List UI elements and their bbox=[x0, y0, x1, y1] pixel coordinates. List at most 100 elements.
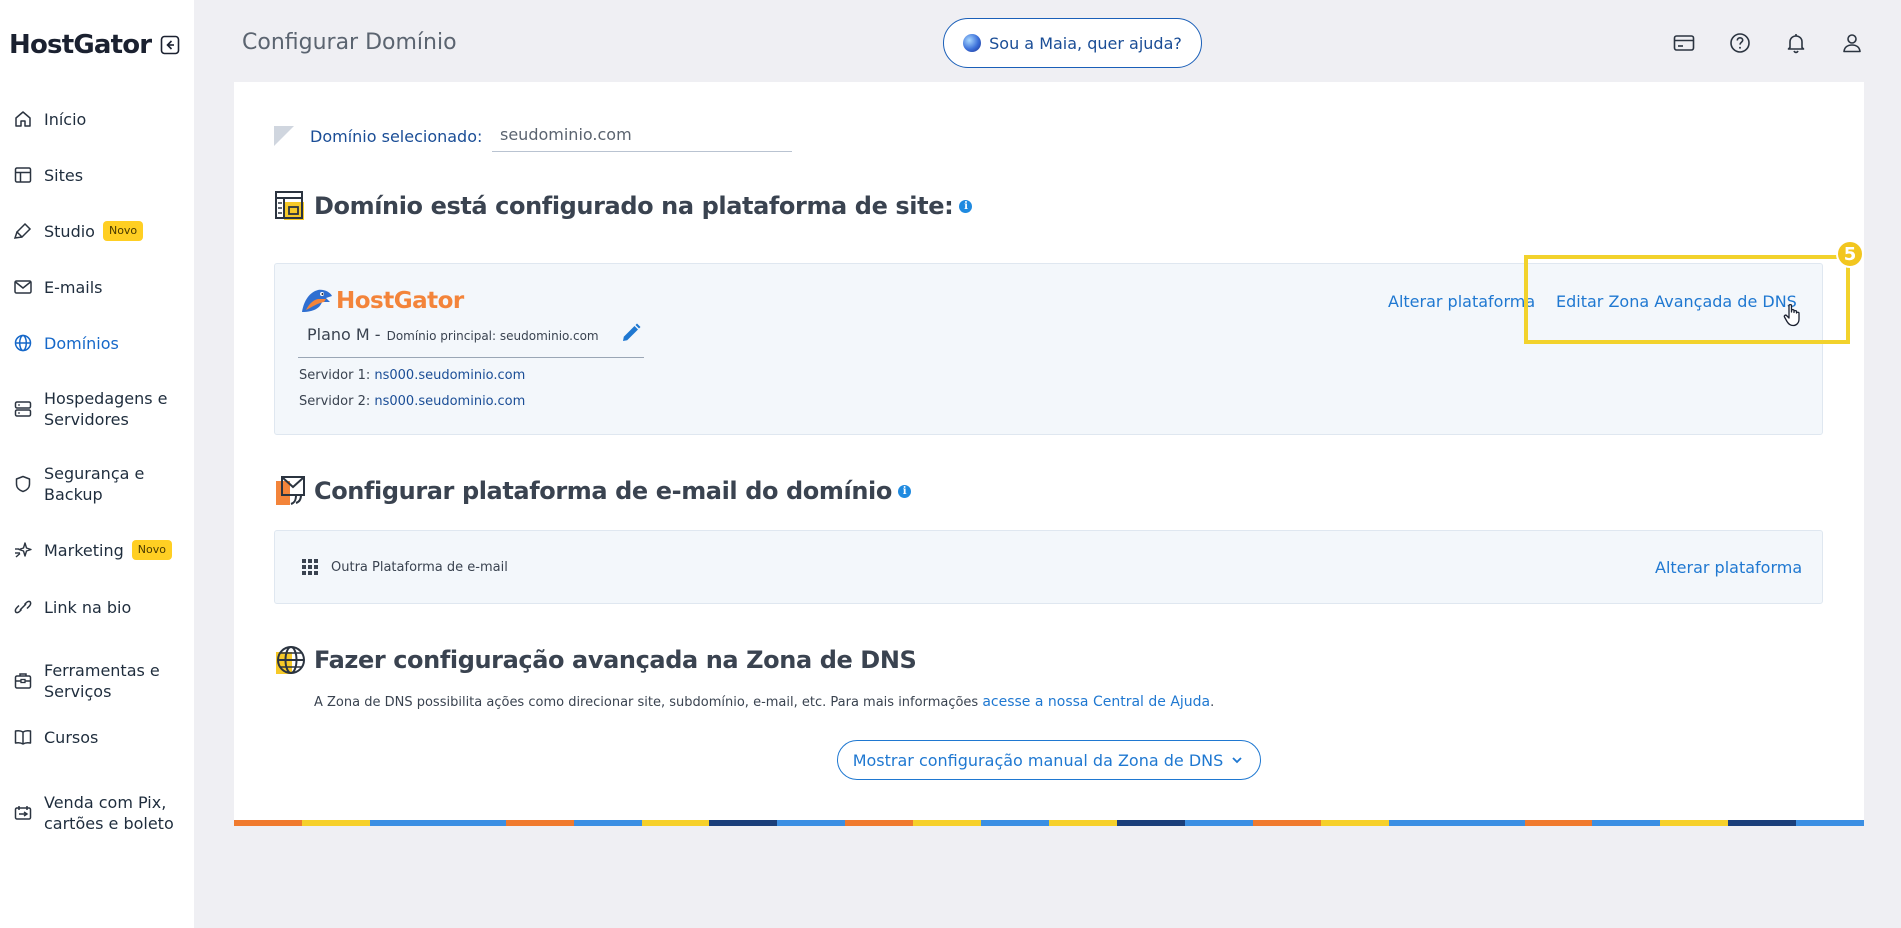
paintbrush-icon bbox=[12, 220, 34, 242]
page-title: Configurar Domínio bbox=[242, 30, 457, 55]
sidebar-item-label: Cursos bbox=[44, 727, 99, 747]
server-icon bbox=[12, 398, 34, 420]
help-icon[interactable] bbox=[1727, 30, 1753, 56]
stripe-segment bbox=[1456, 820, 1525, 826]
tutorial-step-badge: 5 bbox=[1836, 240, 1864, 268]
domain-selector-input[interactable] bbox=[492, 118, 792, 152]
sidebar-item-venda-pix[interactable]: Venda com Pix, cartões e boleto bbox=[12, 792, 192, 834]
sidebar-item-emails[interactable]: E-mails bbox=[12, 276, 192, 298]
info-icon[interactable]: i bbox=[897, 484, 911, 498]
dns-description-text: A Zona de DNS possibilita ações como dir… bbox=[314, 695, 983, 710]
stripe-segment bbox=[1320, 820, 1389, 826]
sidebar-item-label: Início bbox=[44, 109, 87, 129]
stripe-segment bbox=[1252, 820, 1321, 826]
email-platform-heading: Configurar plataforma de e-mail do domín… bbox=[274, 475, 911, 507]
sidebar-item-label: E-mails bbox=[44, 277, 103, 297]
site-platform-icon bbox=[274, 190, 306, 222]
stripe-segment bbox=[437, 820, 506, 826]
stripe-segment bbox=[709, 820, 778, 826]
hand-cursor-icon bbox=[1782, 302, 1804, 328]
corner-flag-icon bbox=[274, 126, 294, 146]
assistant-button[interactable]: Sou a Maia, quer ajuda? bbox=[943, 18, 1202, 68]
sidebar-item-link-na-bio[interactable]: Link na bio bbox=[12, 596, 192, 618]
server-2-row: Servidor 2: ns000.seudominio.com bbox=[299, 394, 525, 409]
sidebar-item-label: Hospedagens e Servidores bbox=[44, 389, 168, 429]
info-icon[interactable]: i bbox=[959, 199, 973, 213]
hostgator-provider-logo: HostGator bbox=[300, 286, 464, 316]
home-icon bbox=[12, 108, 34, 130]
payment-icon bbox=[12, 802, 34, 824]
globe-icon bbox=[12, 332, 34, 354]
stripe-segment bbox=[777, 820, 846, 826]
collapse-sidebar-icon[interactable] bbox=[159, 34, 181, 56]
tutorial-highlight-box bbox=[1524, 255, 1850, 344]
sparkle-icon bbox=[12, 539, 34, 561]
sidebar-item-seguranca[interactable]: Segurança e Backup bbox=[12, 463, 192, 505]
sidebar-item-label: Segurança e Backup bbox=[44, 464, 145, 504]
mail-icon bbox=[12, 276, 34, 298]
decorative-stripe-bar bbox=[234, 820, 1865, 826]
dns-zone-heading: Fazer configuração avançada na Zona de D… bbox=[274, 644, 917, 676]
sidebar-item-label: Venda com Pix, cartões e boleto bbox=[44, 793, 174, 833]
sidebar-item-label: Ferramentas e Serviços bbox=[44, 661, 160, 701]
notifications-bell-icon[interactable] bbox=[1783, 30, 1809, 56]
plan-name: Plano M - bbox=[307, 325, 381, 344]
user-profile-icon[interactable] bbox=[1839, 30, 1865, 56]
sidebar-item-marketing[interactable]: Marketing Novo bbox=[12, 539, 192, 561]
stripe-segment bbox=[1592, 820, 1661, 826]
server-2-link[interactable]: ns000.seudominio.com bbox=[374, 394, 525, 409]
sidebar-item-studio[interactable]: Studio Novo bbox=[12, 220, 192, 242]
email-platform-option: Outra Plataforma de e-mail bbox=[331, 560, 508, 575]
stripe-segment bbox=[573, 820, 642, 826]
stripe-segment bbox=[234, 820, 302, 826]
change-email-platform-link[interactable]: Alterar plataforma bbox=[1655, 558, 1802, 577]
sidebar-item-inicio[interactable]: Início bbox=[12, 108, 192, 130]
email-platform-title: Configurar plataforma de e-mail do domín… bbox=[314, 477, 892, 505]
gator-mascot-icon bbox=[302, 289, 332, 312]
change-site-platform-link[interactable]: Alterar plataforma bbox=[1388, 292, 1535, 311]
book-icon bbox=[12, 726, 34, 748]
site-platform-title: Domínio está configurado na plataforma d… bbox=[314, 192, 954, 220]
sidebar-item-sites[interactable]: Sites bbox=[12, 164, 192, 186]
chevron-down-icon bbox=[1232, 757, 1242, 764]
stripe-segment bbox=[1660, 820, 1729, 826]
assistant-button-label: Sou a Maia, quer ajuda? bbox=[989, 33, 1182, 53]
stripe-segment bbox=[301, 820, 370, 826]
sidebar-item-label: Domínios bbox=[44, 333, 119, 353]
sidebar-item-label: Link na bio bbox=[44, 597, 132, 617]
dns-globe-icon bbox=[274, 644, 306, 676]
stripe-segment bbox=[641, 820, 710, 826]
sidebar-item-label: Sites bbox=[44, 165, 84, 185]
domain-selector-label: Domínio selecionado: bbox=[310, 127, 483, 146]
stripe-segment bbox=[369, 820, 438, 826]
server-1-label: Servidor 1: bbox=[299, 368, 371, 383]
provider-name: HostGator bbox=[336, 288, 464, 314]
new-badge: Novo bbox=[131, 540, 172, 560]
sidebar-item-ferramentas[interactable]: Ferramentas e Serviços bbox=[12, 660, 192, 702]
sidebar-item-cursos[interactable]: Cursos bbox=[12, 726, 192, 748]
site-platform-heading: Domínio está configurado na plataforma d… bbox=[274, 190, 973, 222]
server-1-link[interactable]: ns000.seudominio.com bbox=[374, 368, 525, 383]
shield-icon bbox=[12, 473, 34, 495]
help-center-link[interactable]: acesse a nossa Central de Ajuda bbox=[982, 694, 1210, 710]
apps-grid-icon bbox=[302, 559, 318, 575]
brand-name: HostGator bbox=[9, 30, 152, 60]
edit-pencil-icon[interactable] bbox=[620, 322, 642, 344]
sidebar-item-dominios[interactable]: Domínios bbox=[12, 332, 192, 354]
show-manual-dns-button[interactable]: Mostrar configuração manual da Zona de D… bbox=[837, 740, 1261, 780]
stripe-segment bbox=[1524, 820, 1593, 826]
stripe-segment bbox=[913, 820, 982, 826]
stripe-segment bbox=[1049, 820, 1117, 826]
toolbox-icon bbox=[12, 670, 34, 692]
dns-zone-title: Fazer configuração avançada na Zona de D… bbox=[314, 646, 917, 674]
email-platform-icon bbox=[274, 475, 306, 507]
show-dns-button-label: Mostrar configuração manual da Zona de D… bbox=[852, 750, 1224, 770]
stripe-segment bbox=[1184, 820, 1253, 826]
sidebar-item-hospedagens[interactable]: Hospedagens e Servidores bbox=[12, 388, 192, 430]
sidebar-item-label: Studio bbox=[44, 221, 95, 241]
server-2-label: Servidor 2: bbox=[299, 394, 371, 409]
stripe-segment bbox=[1796, 820, 1865, 826]
main-domain-text: Domínio principal: seudominio.com bbox=[386, 329, 599, 343]
stripe-segment bbox=[1116, 820, 1185, 826]
billing-card-icon[interactable] bbox=[1671, 30, 1697, 56]
